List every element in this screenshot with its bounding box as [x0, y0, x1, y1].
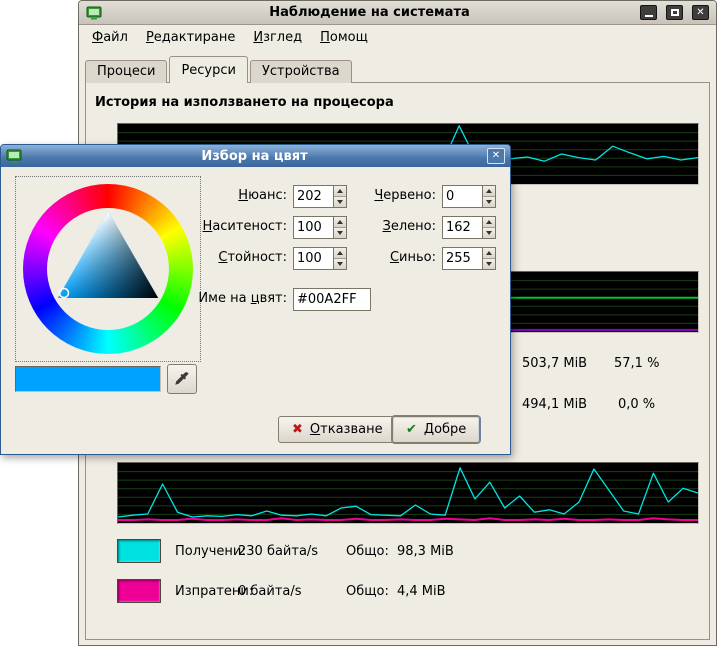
received-color-swatch[interactable]: [117, 539, 161, 563]
color-name-input[interactable]: [293, 288, 371, 311]
saturation-spinbox: [293, 216, 347, 239]
cancel-button[interactable]: ✖ Отказване: [278, 416, 397, 443]
spin-up-icon: [337, 251, 343, 255]
spin-up-icon: [486, 189, 492, 193]
spin-up-icon: [337, 189, 343, 193]
spin-up-icon: [486, 220, 492, 224]
swap-used-percent: 0,0 %: [618, 397, 655, 412]
tab-resources[interactable]: Ресурси: [169, 56, 248, 83]
dialog-close-button[interactable]: ✕: [487, 148, 505, 164]
spin-up-icon: [337, 220, 343, 224]
swap-used-value: 494,1 MiB: [522, 397, 587, 412]
color-picker-dialog: Избор на цвят ✕ Ню: [0, 144, 511, 455]
memory-used-percent: 57,1 %: [614, 356, 659, 371]
red-input[interactable]: [442, 185, 482, 208]
menu-edit[interactable]: Редактиране: [137, 28, 244, 49]
eyedropper-icon: [174, 371, 190, 387]
dialog-app-icon: [6, 148, 22, 164]
minimize-icon: [645, 15, 653, 17]
network-history-chart: [117, 462, 699, 524]
window-title: Наблюдение на системата: [108, 5, 631, 20]
value-label: Стойност:: [137, 250, 287, 265]
hue-spin-down-button[interactable]: [334, 196, 346, 207]
color-preview: [15, 366, 161, 392]
sent-rate: 0 байта/s: [238, 584, 302, 599]
green-input[interactable]: [442, 216, 482, 239]
maximize-button[interactable]: [666, 5, 683, 20]
cpu-history-heading: История на използването на процесора: [95, 95, 394, 110]
dialog-title: Избор на цвят: [27, 149, 482, 164]
green-spin-up-button[interactable]: [483, 217, 495, 227]
red-spinbox: [442, 185, 496, 208]
spin-down-icon: [337, 231, 343, 235]
saturation-spin-up-button[interactable]: [334, 217, 346, 227]
spin-down-icon: [337, 262, 343, 266]
sent-color-swatch[interactable]: [117, 579, 161, 603]
saturation-label: Наситеност:: [137, 219, 287, 234]
received-rate: 230 байта/s: [238, 544, 318, 559]
tab-processes[interactable]: Процеси: [85, 60, 167, 83]
app-icon: [86, 5, 102, 21]
ok-icon: ✔: [406, 422, 417, 437]
spin-down-icon: [486, 262, 492, 266]
close-button[interactable]: ✕: [692, 5, 709, 20]
blue-spin-up-button[interactable]: [483, 248, 495, 258]
sent-total-label: Общо:: [346, 584, 389, 599]
hue-spin-up-button[interactable]: [334, 186, 346, 196]
dialog-titlebar[interactable]: Избор на цвят ✕: [1, 145, 510, 167]
hue-label: Нюанс:: [137, 188, 287, 203]
red-spin-up-button[interactable]: [483, 186, 495, 196]
blue-input[interactable]: [442, 247, 482, 270]
value-spin-up-button[interactable]: [334, 248, 346, 258]
received-total: 98,3 MiB: [397, 544, 454, 559]
tab-devices[interactable]: Устройства: [250, 60, 352, 83]
color-wheel[interactable]: [15, 176, 201, 362]
titlebar[interactable]: Наблюдение на системата ✕: [79, 1, 716, 25]
sent-total: 4,4 MiB: [397, 584, 446, 599]
blue-spinbox: [442, 247, 496, 270]
value-spinbox: [293, 247, 347, 270]
received-total-label: Общо:: [346, 544, 389, 559]
color-name-label: Име на цвят:: [137, 291, 287, 306]
spin-down-icon: [486, 200, 492, 204]
menubar: Файл Редактиране Изглед Помощ: [83, 28, 377, 49]
received-label: Получени:: [175, 544, 246, 559]
value-spin-down-button[interactable]: [334, 258, 346, 269]
eyedropper-button[interactable]: [167, 364, 197, 394]
spin-down-icon: [486, 231, 492, 235]
value-input[interactable]: [293, 247, 333, 270]
ok-button[interactable]: ✔ Добре: [392, 416, 480, 443]
menu-file[interactable]: Файл: [83, 28, 137, 49]
minimize-button[interactable]: [640, 5, 657, 20]
memory-used-value: 503,7 MiB: [522, 356, 587, 371]
saturation-spin-down-button[interactable]: [334, 227, 346, 238]
menu-view[interactable]: Изглед: [244, 28, 311, 49]
green-spinbox: [442, 216, 496, 239]
tab-strip: Процеси Ресурси Устройства: [85, 56, 354, 83]
green-spin-down-button[interactable]: [483, 227, 495, 238]
maximize-icon: [671, 9, 679, 16]
hue-spinbox: [293, 185, 347, 208]
menu-help[interactable]: Помощ: [311, 28, 377, 49]
red-spin-down-button[interactable]: [483, 196, 495, 207]
spin-up-icon: [486, 251, 492, 255]
cancel-icon: ✖: [292, 422, 303, 437]
screen: Наблюдение на системата ✕ Файл Редактира…: [0, 0, 717, 647]
hue-input[interactable]: [293, 185, 333, 208]
close-icon: ✕: [696, 8, 704, 18]
saturation-input[interactable]: [293, 216, 333, 239]
blue-spin-down-button[interactable]: [483, 258, 495, 269]
spin-down-icon: [337, 200, 343, 204]
